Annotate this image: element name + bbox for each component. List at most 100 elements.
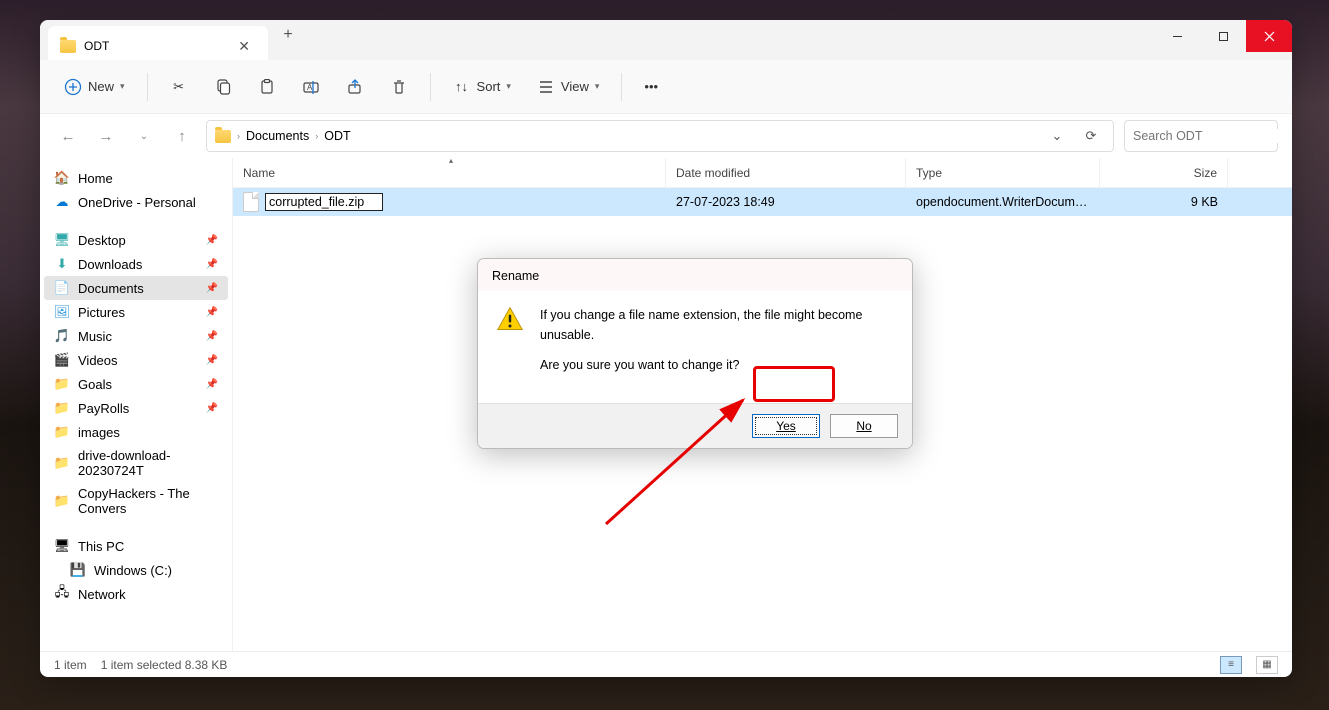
sidebar-item-copyhackers-the-convers[interactable]: 📁CopyHackers - The Convers <box>44 482 228 520</box>
minimize-icon <box>1172 31 1183 42</box>
sidebar-network[interactable]: 🖧Network <box>44 582 228 606</box>
new-icon <box>64 78 82 96</box>
sort-label: Sort <box>477 79 501 94</box>
copy-icon <box>214 78 232 96</box>
chevron-right-icon: › <box>315 131 318 141</box>
sidebar-item-goals[interactable]: 📁Goals📌 <box>44 372 228 396</box>
desktop-icon: 🖥 <box>54 232 70 248</box>
sidebar-item-music[interactable]: 🎵Music📌 <box>44 324 228 348</box>
maximize-button[interactable] <box>1200 20 1246 52</box>
header-name[interactable]: Name▴ <box>233 158 666 187</box>
header-size[interactable]: Size <box>1100 158 1228 187</box>
separator <box>147 73 148 101</box>
sidebar-item-images[interactable]: 📁images <box>44 420 228 444</box>
file-row[interactable]: 27-07-2023 18:49 opendocument.WriterDocu… <box>233 188 1292 216</box>
pin-icon: 📌 <box>206 403 218 414</box>
view-label: View <box>561 79 589 94</box>
sidebar-item-payrolls[interactable]: 📁PayRolls📌 <box>44 396 228 420</box>
share-button[interactable] <box>336 72 374 102</box>
recent-button[interactable]: ⌄ <box>130 122 158 150</box>
separator <box>430 73 431 101</box>
svg-text:A: A <box>307 83 313 92</box>
more-button[interactable]: ••• <box>634 73 668 100</box>
sidebar-item-downloads[interactable]: ⬇Downloads📌 <box>44 252 228 276</box>
back-button[interactable]: ← <box>54 122 82 150</box>
sort-button[interactable]: ↑↓ Sort ▾ <box>443 72 521 102</box>
search-box[interactable]: ⌕ <box>1124 120 1278 152</box>
sidebar-home[interactable]: 🏠Home <box>44 166 228 190</box>
details-view-button[interactable]: ≡ <box>1220 656 1242 674</box>
sidebar-item-label: Desktop <box>78 233 126 248</box>
minimize-button[interactable] <box>1154 20 1200 52</box>
search-input[interactable] <box>1133 129 1292 143</box>
separator <box>621 73 622 101</box>
sidebar-item-desktop[interactable]: 🖥 Desktop 📌 <box>44 228 228 252</box>
network-icon: 🖧 <box>54 586 70 602</box>
sidebar-item-documents[interactable]: 📄Documents📌 <box>44 276 228 300</box>
sidebar-item-drive-download-20230724t[interactable]: 📁drive-download-20230724T <box>44 444 228 482</box>
no-button[interactable]: No <box>830 414 898 438</box>
sidebar-item-label: Goals <box>78 377 112 392</box>
folder-icon: 📁 <box>54 376 70 392</box>
sidebar-item-label: Music <box>78 329 112 344</box>
new-button[interactable]: New ▾ <box>54 72 135 102</box>
up-button[interactable]: ↑ <box>168 122 196 150</box>
dialog-buttons: Yes No <box>478 403 912 448</box>
folder-icon <box>60 40 76 53</box>
rename-input[interactable] <box>265 193 383 211</box>
header-type[interactable]: Type <box>906 158 1100 187</box>
sidebar-item-label: PayRolls <box>78 401 129 416</box>
pc-icon: 🖥 <box>54 538 70 554</box>
sidebar-this-pc[interactable]: 🖥This PC <box>44 534 228 558</box>
pin-icon: 📌 <box>206 283 218 294</box>
pin-icon: 📌 <box>206 331 218 342</box>
more-icon: ••• <box>644 79 658 94</box>
sidebar-item-pictures[interactable]: 🖼Pictures📌 <box>44 300 228 324</box>
rename-dialog: Rename If you change a file name extensi… <box>477 258 913 449</box>
rename-button[interactable]: A <box>292 72 330 102</box>
cloud-icon: ☁ <box>54 194 70 210</box>
home-icon: 🏠 <box>54 170 70 186</box>
delete-button[interactable] <box>380 72 418 102</box>
status-bar: 1 item 1 item selected 8.38 KB ≡ ▦ <box>40 651 1292 677</box>
sort-indicator-icon: ▴ <box>449 156 453 165</box>
cut-icon: ✂ <box>170 78 188 96</box>
sidebar-item-videos[interactable]: 🎬Videos📌 <box>44 348 228 372</box>
disk-icon: 💾 <box>70 562 86 578</box>
warning-icon <box>496 305 524 333</box>
nav-row: ← → ⌄ ↑ › Documents › ODT ⌄ ⟳ ⌕ <box>40 114 1292 158</box>
close-button[interactable] <box>1246 20 1292 52</box>
cut-button[interactable]: ✂ <box>160 72 198 102</box>
titlebar: ODT ✕ + <box>40 20 1292 60</box>
new-label: New <box>88 79 114 94</box>
pin-icon: 📌 <box>206 355 218 366</box>
paste-button[interactable] <box>248 72 286 102</box>
sidebar-item-label: images <box>78 425 120 440</box>
new-tab-button[interactable]: + <box>268 26 308 44</box>
yes-button[interactable]: Yes <box>752 414 820 438</box>
pin-icon: 📌 <box>206 235 218 246</box>
breadcrumb-documents[interactable]: Documents <box>246 129 309 143</box>
header-date[interactable]: Date modified <box>666 158 906 187</box>
thumbnails-view-button[interactable]: ▦ <box>1256 656 1278 674</box>
address-bar[interactable]: › Documents › ODT ⌄ ⟳ <box>206 120 1114 152</box>
forward-button[interactable]: → <box>92 122 120 150</box>
address-dropdown[interactable]: ⌄ <box>1043 128 1071 144</box>
tab-title: ODT <box>84 39 224 53</box>
sidebar-onedrive[interactable]: ☁OneDrive - Personal <box>44 190 228 214</box>
sidebar: 🏠Home ☁OneDrive - Personal 🖥 Desktop 📌 ⬇Dow… <box>40 158 232 651</box>
chevron-right-icon: › <box>237 131 240 141</box>
sidebar-item-label: drive-download-20230724T <box>78 448 218 478</box>
column-headers: Name▴ Date modified Type Size <box>233 158 1292 188</box>
breadcrumb-odt[interactable]: ODT <box>324 129 350 143</box>
sidebar-drive-c[interactable]: 💾Windows (C:) <box>44 558 228 582</box>
chevron-down-icon: ▾ <box>595 81 600 92</box>
rename-icon: A <box>302 78 320 96</box>
tab-close-button[interactable]: ✕ <box>232 36 256 57</box>
copy-button[interactable] <box>204 72 242 102</box>
window-controls <box>1154 20 1292 52</box>
refresh-button[interactable]: ⟳ <box>1077 128 1105 144</box>
share-icon <box>346 78 364 96</box>
file-size: 9 KB <box>1100 195 1228 209</box>
view-button[interactable]: View ▾ <box>527 72 609 102</box>
